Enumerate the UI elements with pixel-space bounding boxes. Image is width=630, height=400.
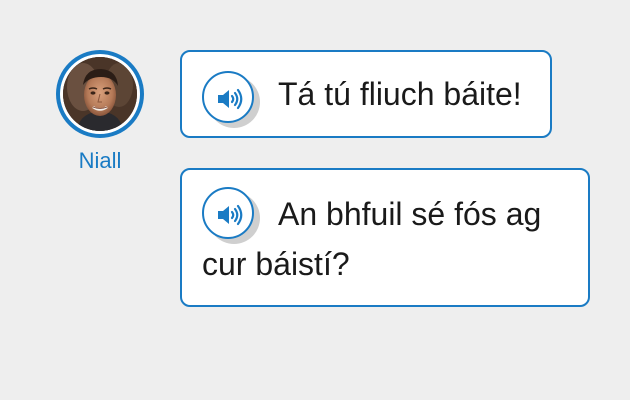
play-audio-button[interactable] xyxy=(202,71,260,128)
speaker-name: Niall xyxy=(78,148,122,173)
message-bubble: Tá tú fliuch báite! xyxy=(180,50,552,138)
avatar-photo xyxy=(63,57,137,131)
avatar-frame xyxy=(60,54,140,134)
avatar-portrait-image xyxy=(63,57,137,131)
message-text: An bhfuil sé fós ag cur báistí? xyxy=(202,196,542,282)
message-bubble: An bhfuil sé fós ag cur báistí? xyxy=(180,168,590,307)
speaker-icon xyxy=(218,88,243,110)
avatar xyxy=(56,50,144,138)
message-text: Tá tú fliuch báite! xyxy=(278,76,522,112)
audio-button-face[interactable] xyxy=(202,71,254,123)
